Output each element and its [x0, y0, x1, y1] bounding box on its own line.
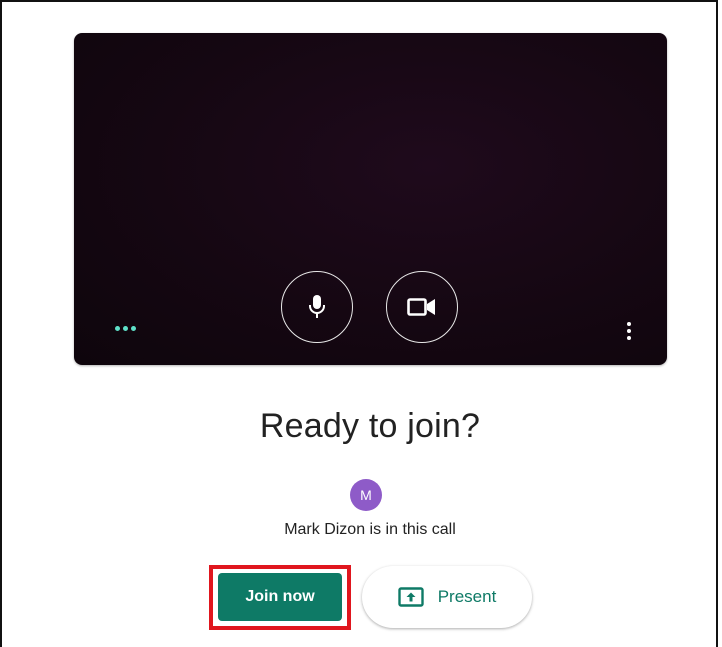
sparkle-dots-icon[interactable]	[115, 326, 136, 331]
participant-avatar: M	[350, 479, 382, 511]
camera-toggle-button[interactable]	[386, 271, 458, 343]
join-now-label: Join now	[245, 588, 315, 605]
avatar-initial: M	[360, 487, 372, 503]
present-screen-icon	[398, 587, 424, 607]
present-label: Present	[437, 587, 497, 606]
participants-status: Mark Dizon is in this call	[284, 521, 456, 538]
microphone-toggle-button[interactable]	[281, 271, 353, 343]
page-title: Ready to join?	[259, 407, 481, 445]
video-camera-icon	[407, 298, 435, 316]
more-options-button[interactable]	[614, 314, 644, 348]
microphone-icon	[309, 295, 325, 318]
present-button[interactable]: Present	[362, 566, 532, 628]
join-now-button[interactable]: Join now	[218, 573, 342, 621]
camera-preview	[74, 33, 667, 365]
